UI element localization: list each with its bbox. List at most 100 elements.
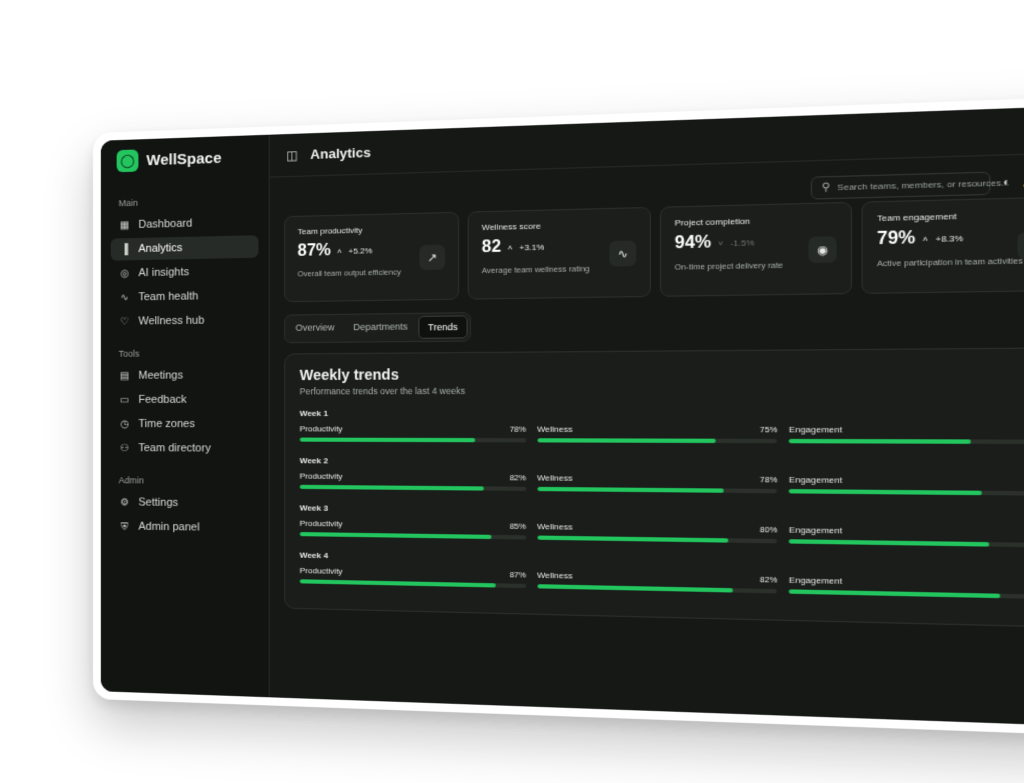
week-label: Week 2 [299, 456, 329, 466]
sidebar-item-label: Settings [138, 496, 179, 510]
metric-name: Engagement [788, 525, 843, 536]
lightbulb-icon: ◯ [116, 149, 139, 173]
metric-engagement: Engagement 79% [788, 525, 1024, 548]
metric-name: Productivity [299, 565, 343, 577]
kpi-card-team-engagement: Team engagement 79% ˄ +8.3% Active parti… [861, 196, 1024, 294]
tab-overview[interactable]: Overview [287, 317, 343, 340]
progress-fill [536, 584, 734, 593]
sidebar-item-label: Dashboard [138, 217, 193, 231]
progress-fill [536, 486, 724, 493]
device-frame: ◯ WellSpace Main ▦ Dashboard ▐ Analytics ◎ AI … [93, 96, 1024, 736]
nav-group-label: Main [118, 197, 138, 209]
progress-track [536, 486, 778, 494]
sidebar-item-settings[interactable]: ⚙ Settings [111, 491, 259, 515]
pulse-icon: ∿ [609, 240, 637, 267]
progress-track [788, 589, 1024, 600]
progress-fill [536, 438, 716, 444]
search-input[interactable]: ⚲ Search teams, members, or resources... [811, 170, 1009, 200]
users-icon: ⚇ [1017, 231, 1024, 260]
week-metrics: Productivity 82% Wellness 78% Engagement… [299, 471, 1024, 496]
metric-productivity: Productivity 82% [299, 471, 527, 491]
card-title: Team engagement [876, 211, 957, 224]
theme-toggle-icon[interactable]: ◐ [1003, 176, 1010, 189]
card-delta: +8.3% [935, 232, 964, 244]
sidebar-item-wellness-hub[interactable]: ♡ Wellness hub [111, 309, 259, 333]
metric-head: Productivity 78% [300, 424, 526, 434]
card-value: 87% [297, 241, 331, 260]
sidebar-item-label: Analytics [138, 242, 183, 256]
bar-chart-icon: ▐ [121, 243, 129, 255]
target-icon: ◉ [808, 236, 837, 264]
metric-percent: 80% [759, 524, 778, 535]
metric-engagement: Engagement 76% [788, 475, 1024, 496]
metric-percent: 82% [759, 574, 778, 585]
sidebar-item-dashboard[interactable]: ▦ Dashboard [111, 211, 259, 237]
sidebar-item-meetings[interactable]: ▤ Meetings [111, 364, 259, 387]
week-block: Week 4 Productivity 87% Wellness 82% Eng… [299, 551, 1024, 600]
metric-productivity: Productivity 87% [299, 566, 527, 589]
sidebar-toggle-icon[interactable]: ◫ [286, 148, 298, 163]
message-icon: ▭ [119, 394, 130, 406]
week-metrics: Productivity 78% Wellness 75% Engagement… [299, 424, 1024, 445]
metric-head: Engagement 83% [789, 575, 1024, 590]
metric-productivity: Productivity 78% [299, 424, 527, 443]
kpi-card-team-productivity: Team productivity 87% ˄ +5.2% Overall te… [284, 211, 460, 303]
metric-percent: 87% [509, 569, 527, 580]
metric-head: Productivity 87% [300, 566, 526, 580]
card-value-row: 79% ˄ +8.3% [877, 226, 1024, 250]
metric-head: Productivity 82% [300, 471, 526, 482]
week-label: Week 1 [299, 408, 329, 419]
trends-title: Weekly trends [299, 366, 399, 384]
sidebar-item-ai-insights[interactable]: ◎ AI insights [111, 260, 259, 285]
card-delta: -1.5% [730, 237, 755, 248]
tab-trends[interactable]: Trends [418, 315, 468, 339]
metric-name: Productivity [299, 518, 343, 529]
gear-icon: ⚙ [120, 496, 129, 508]
progress-track [536, 535, 778, 544]
sidebar-item-label: Team directory [138, 442, 211, 455]
sidebar-item-label: Team health [138, 290, 199, 304]
metric-head: Productivity 85% [300, 519, 526, 531]
nav-group-label: Tools [118, 348, 140, 359]
metric-percent: 75% [759, 424, 778, 435]
metric-head: Engagement 79% [789, 525, 1024, 538]
metric-name: Wellness [536, 473, 573, 483]
tab-bar: Overview Departments Trends [284, 312, 471, 344]
metric-name: Engagement [788, 424, 843, 435]
card-value: 94% [674, 233, 712, 253]
chevron-up-icon: ˄ [337, 246, 342, 256]
week-block: Week 1 Productivity 78% Wellness 75% Eng… [299, 408, 1024, 445]
progress-fill [299, 484, 485, 491]
progress-fill [788, 589, 1001, 599]
metric-engagement: Engagement 72% [788, 425, 1024, 445]
metric-head: Engagement 72% [789, 425, 1024, 435]
sidebar-item-analytics[interactable]: ▐ Analytics [110, 235, 259, 261]
sidebar: ◯ WellSpace Main ▦ Dashboard ▐ Analytics ◎ AI … [100, 134, 270, 698]
progress-fill [299, 437, 476, 443]
metric-wellness: Wellness 80% [536, 522, 778, 544]
calendar-icon: ▤ [119, 370, 130, 382]
sidebar-item-time-zones[interactable]: ◷ Time zones [111, 413, 259, 435]
card-value: 82 [481, 238, 502, 257]
sidebar-item-label: Feedback [138, 393, 187, 406]
card-title: Team productivity [297, 225, 363, 237]
sidebar-item-feedback[interactable]: ▭ Feedback [111, 388, 259, 411]
sidebar-nav: Main ▦ Dashboard ▐ Analytics ◎ AI insights ∿ Tea… [110, 194, 259, 539]
progress-track [788, 489, 1024, 496]
brand[interactable]: ◯ WellSpace [116, 145, 259, 173]
progress-track [788, 438, 1024, 445]
sidebar-item-team-directory[interactable]: ⚇ Team directory [111, 437, 259, 460]
metric-percent: 82% [509, 472, 527, 483]
sidebar-item-admin-panel[interactable]: ⛨ Admin panel [111, 515, 259, 539]
sidebar-item-label: Admin panel [138, 520, 200, 534]
metric-engagement: Engagement 83% [788, 575, 1024, 600]
sidebar-item-team-health[interactable]: ∿ Team health [111, 284, 259, 309]
tab-departments[interactable]: Departments [345, 316, 416, 340]
progress-fill [536, 535, 729, 543]
grid-icon: ▦ [119, 219, 130, 231]
weeks-list: Week 1 Productivity 78% Wellness 75% Eng… [299, 408, 1024, 600]
kpi-cards: Team productivity 87% ˄ +5.2% Overall te… [284, 196, 1024, 303]
metric-wellness: Wellness 78% [536, 473, 778, 494]
nav-group-main: Main ▦ Dashboard ▐ Analytics ◎ AI insights ∿ Tea… [110, 194, 259, 333]
sidebar-item-label: Time zones [138, 418, 195, 431]
